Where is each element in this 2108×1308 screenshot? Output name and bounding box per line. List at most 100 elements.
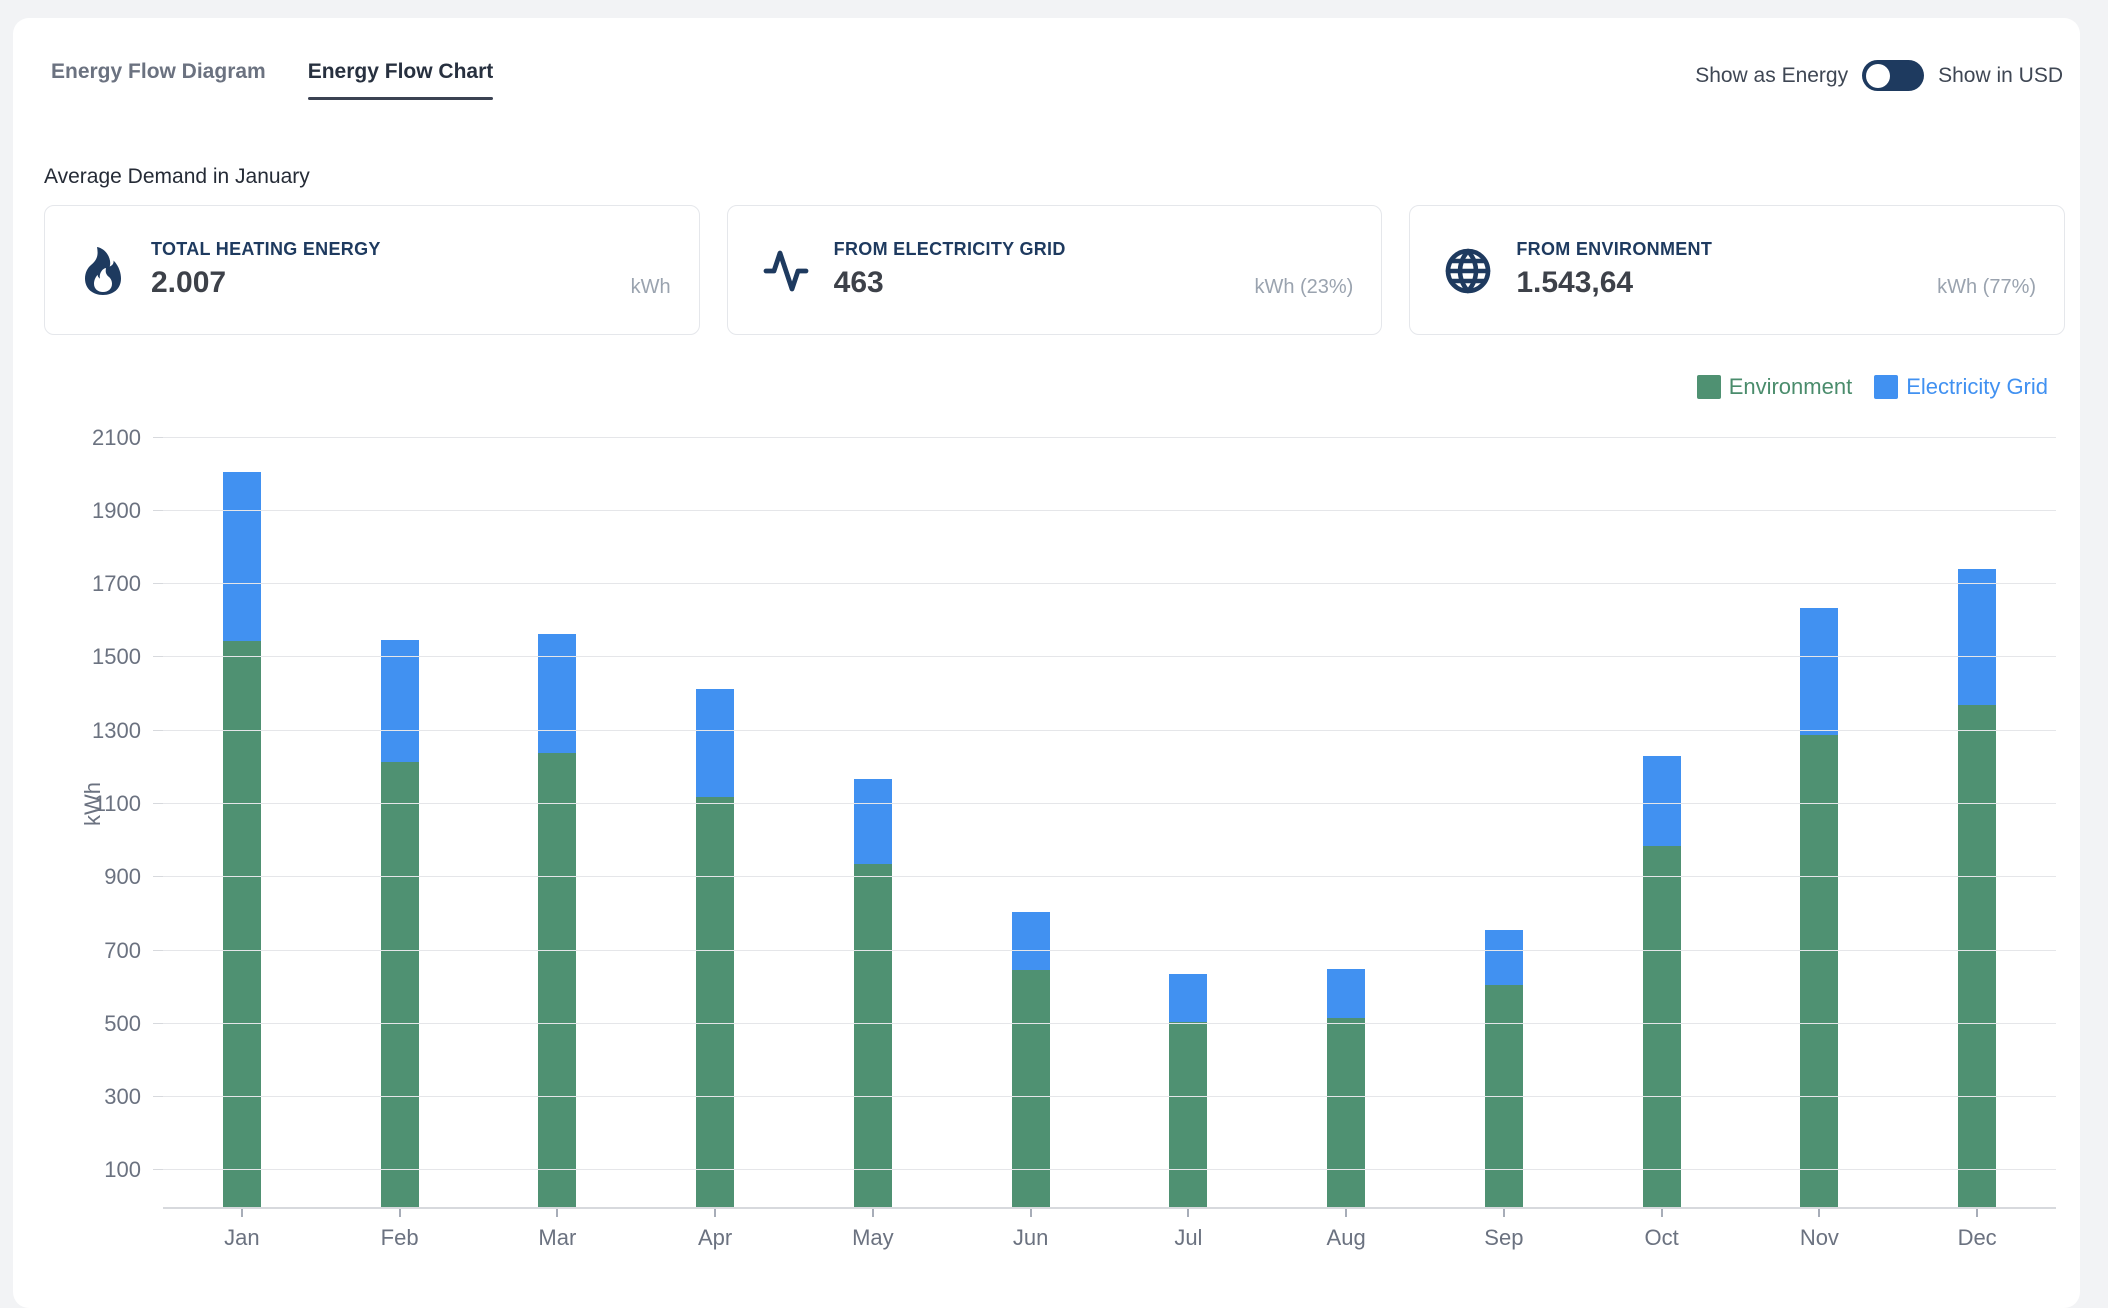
stacked-bar-oct [1643,756,1681,1207]
environment-segment [696,797,734,1207]
bar-slot-nov [1741,401,1899,1207]
environment-segment [1800,735,1838,1207]
flame-icon [79,247,127,295]
stacked-bar-sep [1485,930,1523,1207]
environment-segment [1327,1018,1365,1207]
gridline [163,730,2056,731]
y-tick-label: 700 [104,938,141,964]
stacked-bar-may [854,779,892,1207]
page-title: Average Demand in January [44,165,310,189]
energy-usd-toggle[interactable] [1862,60,1924,91]
stacked-bar-feb [381,640,419,1207]
gridline [163,583,2056,584]
bar-slot-may [794,401,952,1207]
x-tick-mark [714,1209,716,1217]
x-tick-label: May [852,1225,894,1251]
x-tick-label: Jul [1174,1225,1202,1251]
gridline [163,876,2056,877]
electricity-grid-segment [1327,969,1365,1018]
environment-segment [854,864,892,1207]
x-tick-mark [399,1209,401,1217]
x-tick-mark [1503,1209,1505,1217]
x-tick-label: Nov [1800,1225,1839,1251]
y-tick-mark [153,1169,163,1170]
y-tick-label: 900 [104,864,141,890]
tab-label: Energy Flow Diagram [51,60,266,83]
x-tick-mark [1345,1209,1347,1217]
y-tick-label: 2100 [92,425,141,451]
gridline [163,1096,2056,1097]
x-slot-dec: Dec [1898,1209,2056,1251]
electricity-grid-segment [223,472,261,642]
environment-segment [1958,705,1996,1207]
environment-segment [223,641,261,1207]
activity-icon [762,247,810,295]
x-slot-jun: Jun [952,1209,1110,1251]
bar-slot-jan [163,401,321,1207]
gridline [163,437,2056,438]
x-tick-mark [556,1209,558,1217]
y-tick-mark [153,730,163,731]
electricity-grid-segment [1012,912,1050,970]
electricity-grid-segment [381,640,419,762]
x-slot-mar: Mar [479,1209,637,1251]
y-tick-mark [153,656,163,657]
bar-slot-jun [952,401,1110,1207]
x-tick-label: Sep [1484,1225,1523,1251]
x-tick-mark [1976,1209,1978,1217]
card-total-heating-energy: TOTAL HEATING ENERGY 2.007 kWh [44,205,700,335]
card-label: FROM ELECTRICITY GRID [834,239,1066,260]
electricity-grid-segment [696,689,734,797]
y-tick-mark [153,876,163,877]
x-slot-jan: Jan [163,1209,321,1251]
x-tick-mark [1187,1209,1189,1217]
y-tick-label: 100 [104,1157,141,1183]
plot-area [163,401,2056,1209]
electricity-grid-segment [1800,608,1838,735]
stacked-bar-aug [1327,969,1365,1207]
card-unit: kWh (23%) [1254,276,1353,299]
legend-label: Electricity Grid [1906,374,2048,400]
stacked-bar-dec [1958,569,1996,1207]
legend-item-environment[interactable]: Environment [1697,374,1853,400]
bar-slot-mar [479,401,637,1207]
card-value: 2.007 [151,266,226,300]
electricity-grid-segment [1643,756,1681,845]
legend-swatch-environment [1697,375,1721,399]
y-tick-mark [153,1023,163,1024]
x-tick-label: Dec [1958,1225,1997,1251]
y-tick-mark [153,803,163,804]
x-slot-oct: Oct [1583,1209,1741,1251]
electricity-grid-segment [1958,569,1996,705]
y-tick-label: 500 [104,1011,141,1037]
environment-segment [1643,846,1681,1207]
gridline [163,656,2056,657]
bar-slot-aug [1267,401,1425,1207]
chart-legend: Environment Electricity Grid [1697,374,2048,400]
card-from-environment: FROM ENVIRONMENT 1.543,64 kWh (77%) [1409,205,2065,335]
x-tick-mark [872,1209,874,1217]
x-axis-labels: JanFebMarAprMayJunJulAugSepOctNovDec [163,1209,2056,1251]
gridline [163,803,2056,804]
x-slot-may: May [794,1209,952,1251]
y-axis-labels: 100300500700900110013001500170019002100 [13,401,152,1207]
unit-toggle-group: Show as Energy Show in USD [1695,60,2063,91]
x-tick-label: Aug [1327,1225,1366,1251]
tab-label: Energy Flow Chart [308,60,494,83]
tab-energy-flow-diagram[interactable]: Energy Flow Diagram [51,60,266,100]
y-tick-mark [153,510,163,511]
y-tick-label: 1700 [92,571,141,597]
tab-bar: Energy Flow Diagram Energy Flow Chart [51,60,493,100]
legend-item-electricity-grid[interactable]: Electricity Grid [1874,374,2048,400]
tab-energy-flow-chart[interactable]: Energy Flow Chart [308,60,494,100]
bar-series [163,401,2056,1207]
y-tick-label: 1500 [92,644,141,670]
x-tick-mark [241,1209,243,1217]
y-tick-label: 1100 [94,791,141,817]
x-tick-label: Mar [538,1225,576,1251]
card-unit: kWh (77%) [1937,276,2036,299]
gridline [163,1023,2056,1024]
electricity-grid-segment [1485,930,1523,984]
stacked-bar-nov [1800,608,1838,1207]
stacked-bar-jul [1169,974,1207,1207]
